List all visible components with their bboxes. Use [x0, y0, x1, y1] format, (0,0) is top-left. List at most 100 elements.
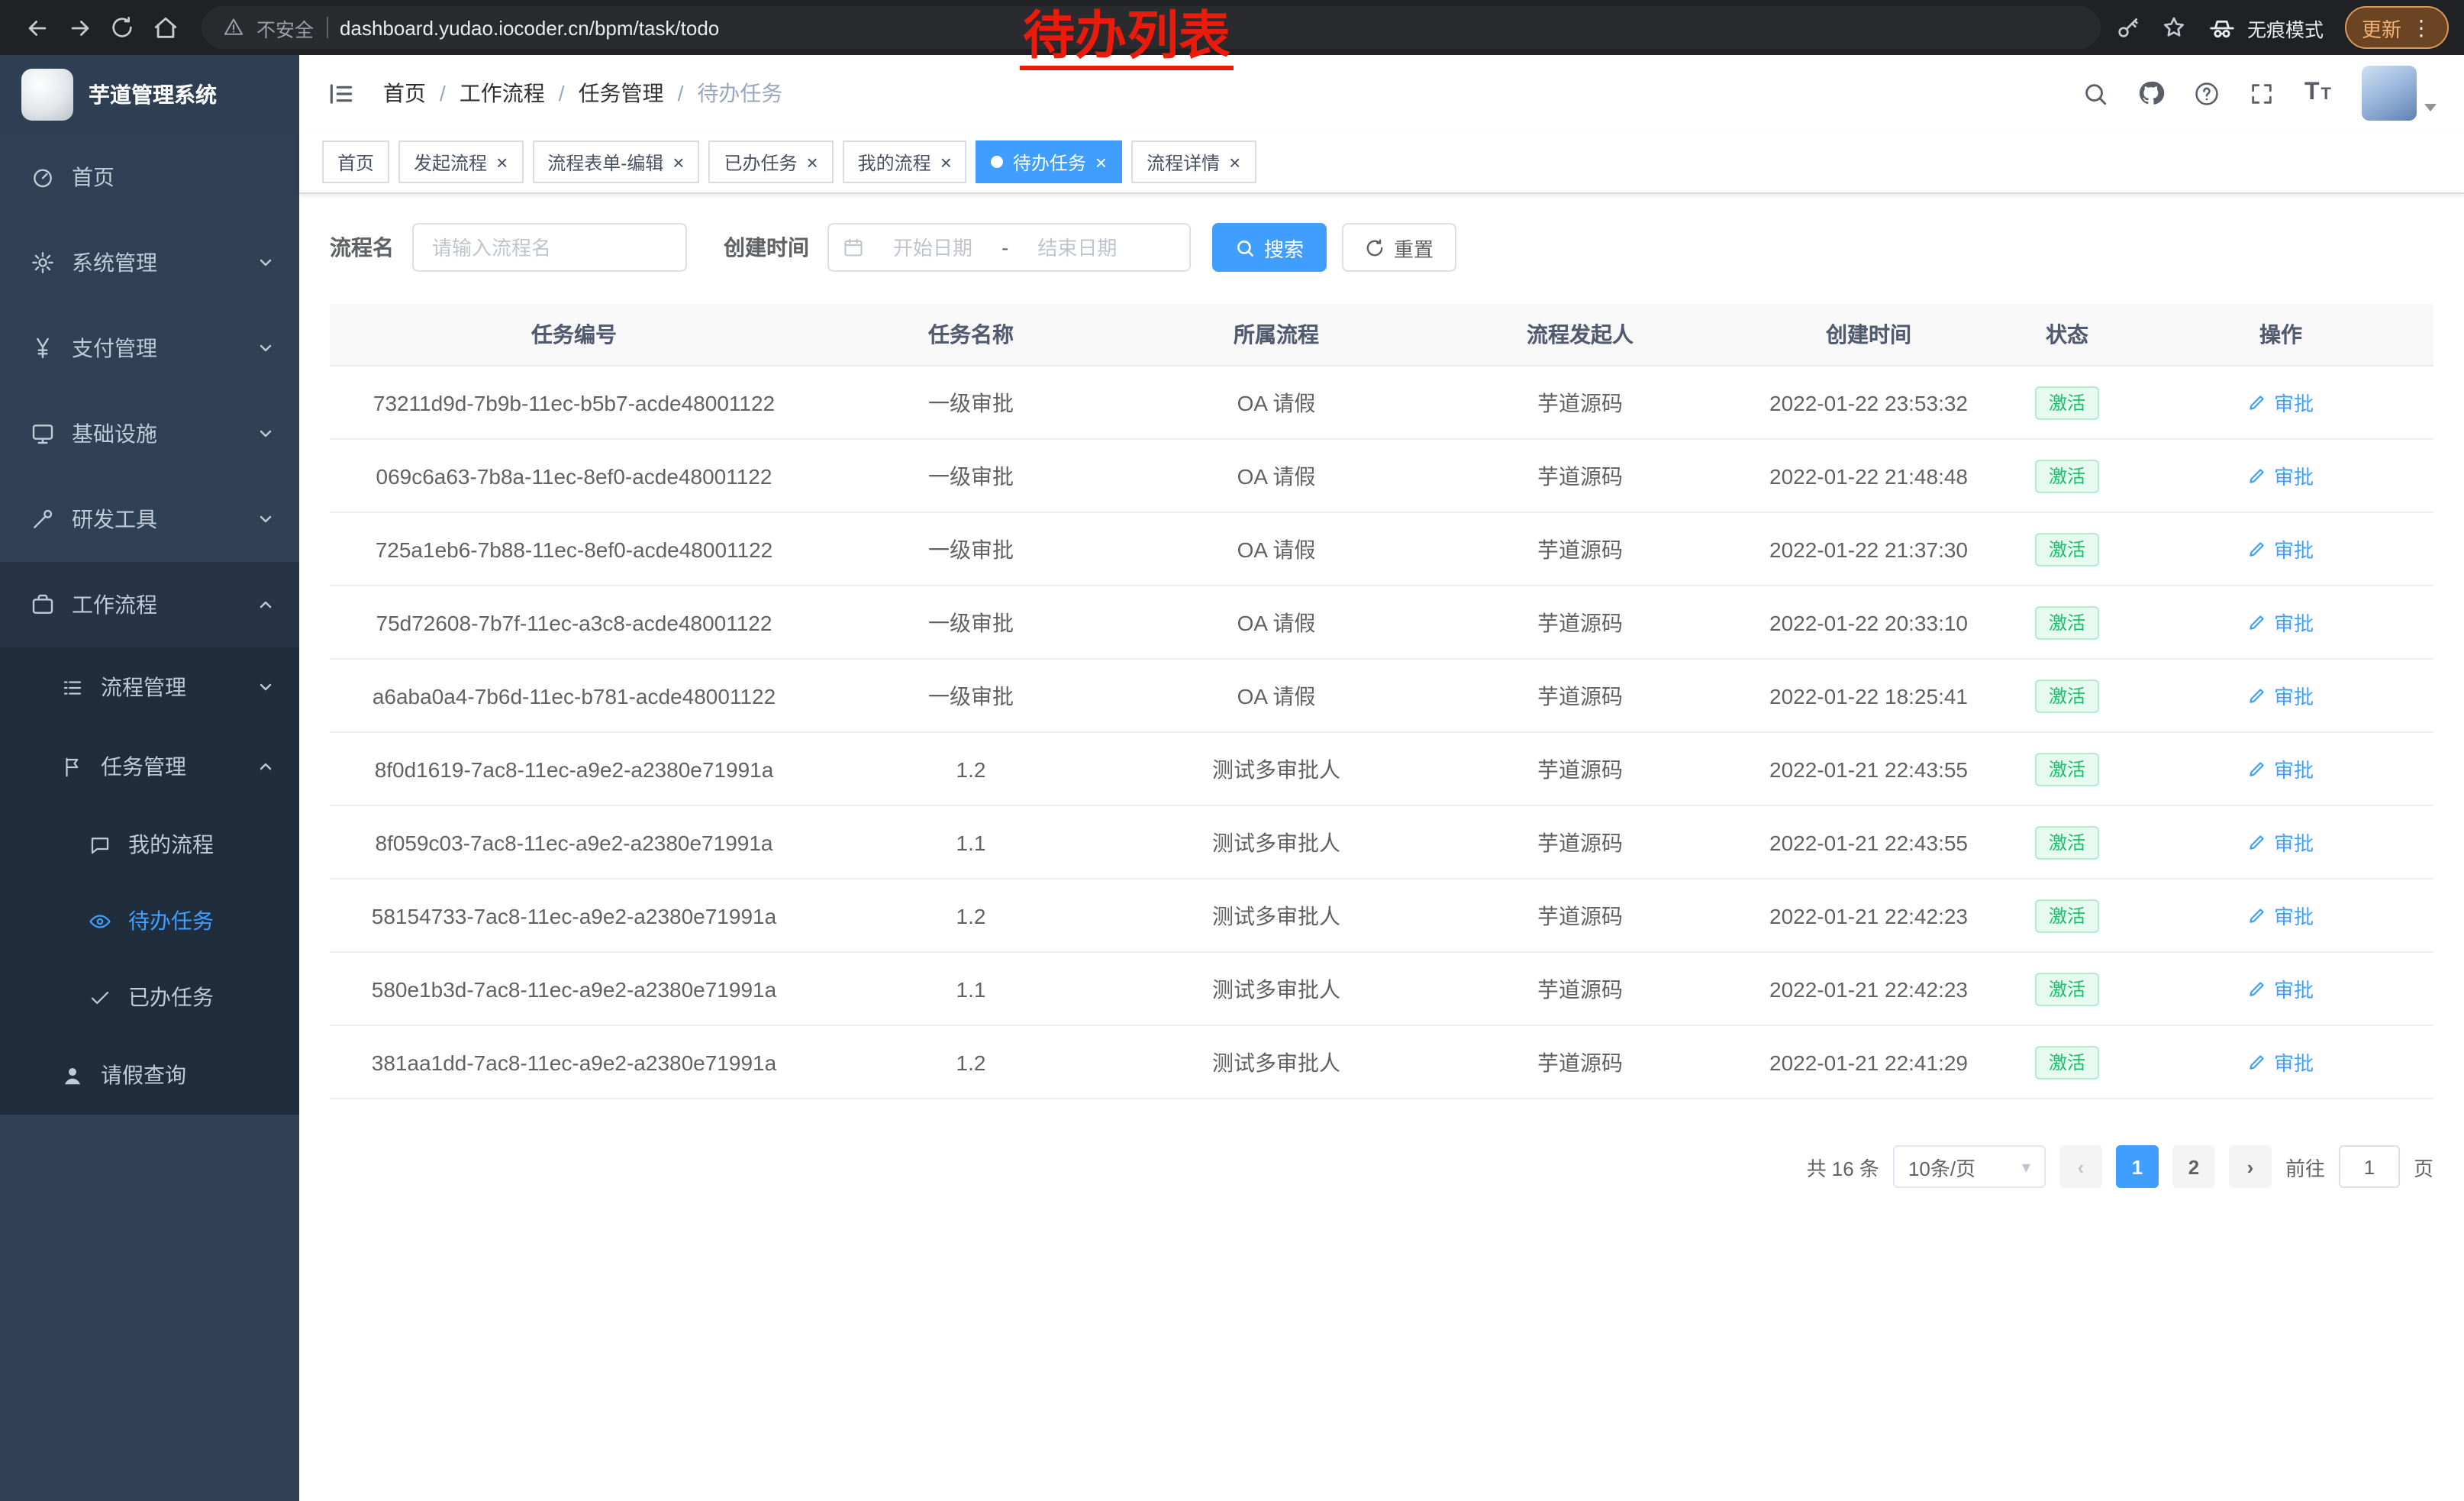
created-cell: 2022-01-21 22:43:55 [1731, 732, 2006, 805]
back-button[interactable] [15, 6, 58, 49]
address-divider [326, 17, 327, 38]
status-badge: 激活 [2035, 752, 2099, 786]
sidebar-item-process-mgmt[interactable]: 流程管理 [0, 647, 299, 727]
page-button-1[interactable]: 1 [2116, 1145, 2159, 1188]
sidebar-item-workflow[interactable]: 工作流程 [0, 562, 299, 647]
chat-icon [89, 833, 111, 856]
close-icon[interactable]: × [806, 152, 818, 172]
breadcrumb-item[interactable]: 工作流程 [460, 78, 545, 108]
sidebar-item-todo-tasks[interactable]: 待办任务 [0, 883, 299, 959]
annotation-todo-list: 待办列表 [1020, 8, 1234, 70]
home-button[interactable] [144, 6, 186, 49]
process-name-label: 流程名 [330, 232, 394, 263]
status-cell: 激活 [2006, 439, 2128, 512]
sidebar-item-system-mgmt[interactable]: 系统管理 [0, 220, 299, 305]
reset-button[interactable]: 重置 [1342, 223, 1456, 272]
approve-link[interactable]: 审批 [2248, 828, 2314, 857]
close-icon[interactable]: × [940, 152, 952, 172]
page-button-2[interactable]: 2 [2172, 1145, 2215, 1188]
close-icon[interactable]: × [1095, 152, 1107, 172]
sidebar-item-home[interactable]: 首页 [0, 134, 299, 220]
sidebar-item-dev-tools[interactable]: 研发工具 [0, 476, 299, 562]
goto-page-input[interactable] [2339, 1145, 2400, 1188]
header-search-button[interactable] [2083, 80, 2109, 106]
reload-button[interactable] [101, 6, 144, 49]
page-size-select[interactable]: 10条/页 ▾ [1893, 1145, 2046, 1188]
sidebar-toggle-button[interactable] [327, 79, 356, 108]
close-icon[interactable]: × [496, 152, 508, 172]
table-row: 8f059c03-7ac8-11ec-a9e2-a2380e71991a 1.1… [330, 805, 2433, 879]
sidebar-item-my-processes[interactable]: 我的流程 [0, 806, 299, 883]
task-id-cell: 580e1b3d-7ac8-11ec-a9e2-a2380e71991a [330, 952, 818, 1025]
password-key-button[interactable] [2116, 15, 2140, 40]
edit-icon [2248, 832, 2268, 852]
approve-link[interactable]: 审批 [2248, 974, 2314, 1003]
created-cell: 2022-01-21 22:42:23 [1731, 952, 2006, 1025]
close-icon[interactable]: × [1229, 152, 1240, 172]
search-button-label: 搜索 [1264, 233, 1304, 262]
search-button[interactable]: 搜索 [1212, 223, 1327, 272]
sidebar-item-payment-mgmt[interactable]: 支付管理 [0, 305, 299, 391]
sidebar-item-task-mgmt[interactable]: 任务管理 [0, 727, 299, 806]
forward-button[interactable] [58, 6, 101, 49]
sidebar-item-leave-query[interactable]: 请假查询 [0, 1035, 299, 1115]
next-page-button[interactable]: › [2229, 1145, 2272, 1188]
app-logo-row[interactable]: 芋道管理系统 [0, 55, 299, 134]
approve-link-label: 审批 [2274, 828, 2314, 857]
edit-icon [2248, 539, 2268, 559]
user-menu[interactable] [2362, 66, 2437, 121]
incognito-icon [2208, 13, 2237, 42]
sidebar-item-infrastructure[interactable]: 基础设施 [0, 391, 299, 476]
browser-update-button[interactable]: 更新 ⋮ [2345, 6, 2449, 49]
created-cell: 2022-01-21 22:42:23 [1731, 879, 2006, 952]
status-badge: 激活 [2035, 459, 2099, 492]
approve-link-label: 审批 [2274, 974, 2314, 1003]
approve-link[interactable]: 审批 [2248, 1047, 2314, 1077]
chevron-down-icon [256, 510, 275, 528]
chevron-down-icon [256, 424, 275, 443]
tab-process-detail[interactable]: 流程详情 × [1131, 140, 1256, 183]
sidebar-item-label: 基础设施 [72, 418, 157, 449]
approve-link[interactable]: 审批 [2248, 534, 2314, 563]
approve-link[interactable]: 审批 [2248, 461, 2314, 490]
close-icon[interactable]: × [672, 152, 684, 172]
app-title: 芋道管理系统 [89, 79, 217, 110]
font-size-button[interactable]: TT [2304, 79, 2333, 107]
tab-form-edit[interactable]: 流程表单-编辑 × [532, 140, 699, 183]
start-date-input[interactable] [870, 234, 995, 260]
fullscreen-button[interactable] [2250, 80, 2275, 106]
tab-home[interactable]: 首页 [322, 140, 389, 183]
sidebar-item-done-tasks[interactable]: 已办任务 [0, 959, 299, 1035]
prev-page-button[interactable]: ‹ [2059, 1145, 2102, 1188]
total-count: 共 16 条 [1807, 1152, 1879, 1181]
eye-icon [89, 909, 111, 932]
approve-link[interactable]: 审批 [2248, 754, 2314, 783]
approve-link[interactable]: 审批 [2248, 388, 2314, 417]
initiator-cell: 芋道源码 [1429, 879, 1731, 952]
date-range-picker[interactable]: - [827, 223, 1191, 272]
approve-link[interactable]: 审批 [2248, 681, 2314, 710]
tab-label: 发起流程 [414, 149, 487, 175]
action-cell: 审批 [2128, 732, 2433, 805]
tab-done-tasks[interactable]: 已办任务 × [708, 140, 833, 183]
process-name-input[interactable] [412, 223, 687, 272]
tab-label: 首页 [337, 149, 374, 175]
tab-start-process[interactable]: 发起流程 × [398, 140, 523, 183]
end-date-input[interactable] [1014, 234, 1140, 260]
tab-label: 已办任务 [724, 149, 797, 175]
pagination: 共 16 条 10条/页 ▾ ‹ 1 2 › 前往 页 [299, 1145, 2433, 1188]
approve-link[interactable]: 审批 [2248, 608, 2314, 637]
help-button[interactable] [2195, 80, 2221, 106]
tab-todo-tasks[interactable]: 待办任务 × [976, 140, 1122, 183]
tab-my-processes[interactable]: 我的流程 × [843, 140, 967, 183]
github-button[interactable] [2138, 79, 2166, 107]
bookmark-star-button[interactable] [2162, 15, 2186, 40]
task-name-cell: 1.1 [818, 805, 1124, 879]
approve-link[interactable]: 审批 [2248, 901, 2314, 930]
breadcrumb-item[interactable]: 首页 [383, 78, 426, 108]
process-cell: OA 请假 [1124, 366, 1429, 439]
gear-icon [31, 250, 55, 275]
page-size-value: 10条/页 [1908, 1152, 1975, 1181]
table-row: 58154733-7ac8-11ec-a9e2-a2380e71991a 1.2… [330, 879, 2433, 952]
breadcrumb-item[interactable]: 任务管理 [579, 78, 664, 108]
